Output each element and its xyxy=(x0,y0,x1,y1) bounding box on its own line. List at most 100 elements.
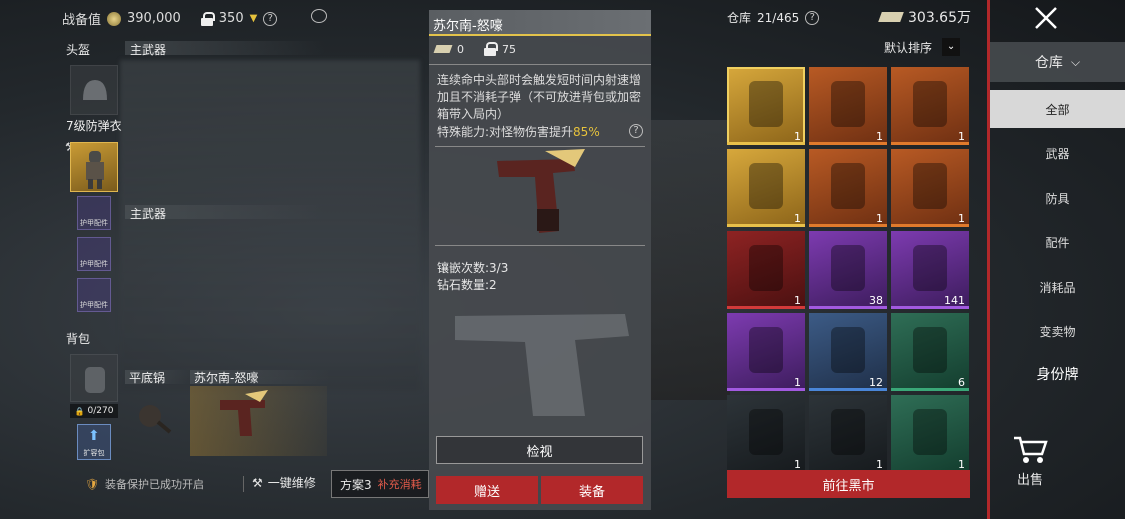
cart-icon xyxy=(1014,436,1048,463)
repair-label: 一键维修 xyxy=(267,476,316,490)
vest-item-cell[interactable]: 1 xyxy=(727,149,805,227)
item-detail-panel: 苏尔南-怒嚎 0 75 连续命中头部时会触发短时间内射速增加且不消耗子弹（不可放… xyxy=(429,10,651,510)
sidebar-item-attachments[interactable]: 配件 xyxy=(990,223,1125,261)
armor-suit-icon xyxy=(913,81,947,127)
diamond-count: 钻石数量:2 xyxy=(437,278,497,292)
armor-slot[interactable] xyxy=(70,142,118,192)
help-icon[interactable]: ? xyxy=(263,11,278,26)
help-icon[interactable]: ? xyxy=(629,124,643,138)
armor-part-slot-3[interactable]: 护甲配件 xyxy=(77,278,111,312)
inlay-info: 镶嵌次数:3/3 钻石数量:2 xyxy=(437,260,508,294)
item-count: 1 xyxy=(794,294,801,307)
artifact-item-cell[interactable]: 1 xyxy=(891,395,969,473)
combat-value: 390,000 xyxy=(127,11,181,26)
combat-label: 战备值 xyxy=(62,13,102,28)
helmet-label: 头盔 xyxy=(66,43,91,57)
armor-label: 7级防弹衣 xyxy=(66,119,122,133)
gift-button[interactable]: 赠送 xyxy=(436,476,538,504)
syringe-item-cell[interactable]: 1 xyxy=(727,395,805,473)
backpack-label: 背包 xyxy=(66,332,91,346)
cash-stack-icon xyxy=(878,12,904,22)
item-preview xyxy=(435,146,645,246)
red-backpack-item-cell[interactable]: 1 xyxy=(727,231,805,309)
storage-header: 仓库 21/465 ? xyxy=(727,9,820,26)
item-count: 1 xyxy=(794,212,801,225)
protection-text: 装备保护已成功开启 xyxy=(104,478,204,491)
wrench-icon: ⚒ xyxy=(252,475,263,490)
sidearm-label: 苏尔南-怒嚎 xyxy=(194,371,259,385)
lock-small-icon: 🔒 xyxy=(74,406,85,416)
helmet-item-cell[interactable]: 1 xyxy=(809,67,887,145)
expand-backpack-button[interactable]: ⬆ 扩容包 xyxy=(77,424,111,460)
armor-part-slot-1[interactable]: 护甲配件 xyxy=(77,196,111,230)
sidearm-slot[interactable] xyxy=(190,386,327,456)
item-count: 38 xyxy=(869,294,883,307)
pistol-icon xyxy=(749,81,783,127)
inlay-count: 镶嵌次数:3/3 xyxy=(437,261,509,275)
ammo-box-green-item-cell[interactable]: 141 xyxy=(891,231,969,309)
backpack-icon xyxy=(831,163,865,209)
item-count: 12 xyxy=(869,376,883,389)
sidebar-item-armor[interactable]: 防具 xyxy=(990,179,1125,217)
backpack-capacity: 0/270 xyxy=(87,406,114,416)
repair-button[interactable]: ⚒ 一键维修 xyxy=(252,474,316,491)
item-count: 1 xyxy=(794,130,801,143)
pistol-silhouette-icon xyxy=(455,314,629,416)
medkit-box-item-cell[interactable]: 12 xyxy=(809,313,887,391)
artifact-icon xyxy=(913,409,947,455)
close-icon xyxy=(1035,7,1057,29)
pistol-item-cell[interactable]: 1 xyxy=(727,67,805,145)
item-count: 141 xyxy=(944,294,965,307)
goto-blackmarket-button[interactable]: 前往黑市 xyxy=(727,470,970,498)
arrow-up-icon: ⬆ xyxy=(88,428,100,444)
rig-icon xyxy=(831,409,865,455)
backpack-icon xyxy=(85,367,105,393)
item-count: 1 xyxy=(958,212,965,225)
sidebar-item-all[interactable]: 全部 xyxy=(990,90,1125,128)
helmet-icon xyxy=(83,80,107,100)
ammo-box-item-cell[interactable]: 38 xyxy=(809,231,887,309)
equip-button[interactable]: 装备 xyxy=(541,476,643,504)
help-icon[interactable]: ? xyxy=(805,10,820,25)
sidebar-item-dogtags[interactable]: 身份牌 xyxy=(990,355,1125,393)
sidebar-item-sellables[interactable]: 变卖物 xyxy=(990,312,1125,350)
helmet-slot[interactable] xyxy=(70,65,118,115)
warehouse-tab[interactable]: 仓库 ⌵ xyxy=(990,42,1125,82)
frying-pan-icon xyxy=(139,405,172,434)
backpack-slot[interactable] xyxy=(70,354,118,402)
armor-part-label: 护甲配件 xyxy=(80,219,108,227)
inspect-button[interactable]: 检视 xyxy=(436,436,643,464)
dropdown-arrow-icon[interactable]: ▼ xyxy=(250,13,258,24)
lock-icon xyxy=(484,42,498,56)
sidebar-item-weapons[interactable]: 武器 xyxy=(990,134,1125,172)
supply-label[interactable]: 补充消耗 xyxy=(378,476,422,492)
pistol-silhouette xyxy=(445,296,635,416)
sort-dropdown[interactable]: 默认排序 ⌄ xyxy=(884,38,961,56)
close-button[interactable] xyxy=(1032,4,1060,32)
armor-vest-item-cell[interactable]: 1 xyxy=(891,149,969,227)
case-item-cell[interactable]: 1 xyxy=(727,313,805,391)
money-value: 303.65万 xyxy=(908,10,971,26)
special-prefix: 特殊能力:对怪物伤害提升 xyxy=(437,125,574,139)
pistol-icon xyxy=(220,390,268,436)
armor-suit-item-cell[interactable]: 1 xyxy=(891,67,969,145)
case-icon xyxy=(749,327,783,373)
sidebar-item-consumables[interactable]: 消耗品 xyxy=(990,268,1125,306)
pistol-preview-icon xyxy=(497,149,585,233)
armor-suit-icon xyxy=(86,151,104,189)
divider xyxy=(243,476,244,492)
melee-slot[interactable] xyxy=(125,386,187,448)
item-count: 1 xyxy=(876,212,883,225)
plan-selector[interactable]: 方案3 补充消耗 xyxy=(331,470,429,498)
item-stats: 0 75 xyxy=(433,42,516,56)
rig-item-cell[interactable]: 1 xyxy=(809,395,887,473)
container-item-cell[interactable]: 6 xyxy=(891,313,969,391)
storage-count: 21/465 xyxy=(757,10,800,25)
lock-icon xyxy=(200,11,215,26)
eye-icon[interactable] xyxy=(311,9,327,23)
sell-button[interactable]: 出售 xyxy=(1010,432,1050,492)
backpack-item-cell[interactable]: 1 xyxy=(809,149,887,227)
sell-label: 出售 xyxy=(1016,473,1043,488)
stat2-value: 75 xyxy=(502,42,516,56)
armor-part-slot-2[interactable]: 护甲配件 xyxy=(77,237,111,271)
